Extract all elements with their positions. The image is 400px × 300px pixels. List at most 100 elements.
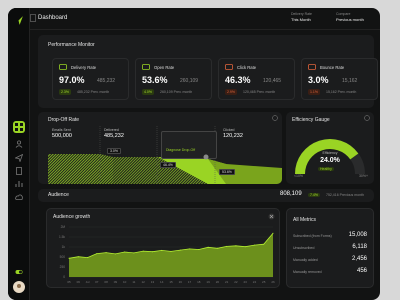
growth-point bbox=[170, 250, 172, 252]
metric-icon bbox=[308, 64, 316, 70]
growth-point bbox=[244, 246, 246, 248]
kpi-change: 1.1% bbox=[308, 89, 320, 95]
growth-point bbox=[152, 251, 153, 253]
efficiency-gauge-card: Efficiency Gauge Efficiency 24.0% Health… bbox=[286, 112, 374, 184]
kpi-change: 2.3% bbox=[59, 89, 71, 95]
audience-title: Audience bbox=[48, 192, 69, 198]
drop-badge: 46.4% bbox=[160, 162, 176, 168]
growth-point bbox=[179, 249, 181, 251]
y-tick-label: 250 bbox=[60, 265, 66, 269]
x-tick-label: 07 bbox=[95, 280, 99, 284]
growth-point bbox=[272, 232, 274, 234]
growth-area bbox=[69, 233, 273, 277]
x-tick-label: 08 bbox=[104, 280, 108, 284]
kpi-card[interactable]: Click Rate 46.3% 120,465 2.9% 120,465 Prev. … bbox=[218, 58, 295, 100]
drop-badge: 53.6% bbox=[219, 169, 235, 175]
stage-label: Clicked bbox=[223, 128, 235, 132]
x-tick-label: 15 bbox=[169, 280, 173, 284]
kpi-label: Bounce Rate bbox=[320, 65, 345, 70]
audience-total: 808,109 bbox=[280, 191, 302, 197]
info-icon[interactable] bbox=[364, 115, 370, 121]
metric-row: Subscribed (from Forms) 15,008 bbox=[293, 232, 367, 242]
growth-point bbox=[161, 249, 163, 251]
dropoff-card: Drop-Off Rate Emails Sent 500,000 Delivere… bbox=[38, 112, 282, 184]
kpi-note: 120,465 Prev. month bbox=[243, 90, 276, 94]
growth-point bbox=[124, 251, 126, 253]
compare-label: Compare bbox=[336, 12, 351, 16]
sidebar-item-campaigns[interactable] bbox=[13, 152, 25, 164]
collapse-icon[interactable] bbox=[30, 14, 36, 22]
stage-label: Emails Sent bbox=[52, 128, 71, 132]
y-tick-label: 500 bbox=[60, 255, 66, 259]
metric-row: Unsubscribed 6,118 bbox=[293, 244, 367, 254]
gauge-status: Healthy bbox=[318, 167, 334, 171]
y-tick-label: 2M bbox=[61, 225, 66, 229]
diagnose-link[interactable]: Diagnose Drop-Off bbox=[166, 148, 195, 152]
growth-point bbox=[87, 257, 88, 259]
theme-toggle[interactable] bbox=[13, 266, 25, 278]
gauge-value: 24.0% bbox=[320, 157, 340, 164]
x-tick-label: 21 bbox=[225, 280, 229, 284]
sidebar-item-dashboard[interactable] bbox=[13, 121, 25, 133]
stage-label: Delivered bbox=[104, 128, 119, 132]
growth-point bbox=[77, 256, 79, 258]
x-tick-label: 26 bbox=[271, 280, 275, 284]
compare-select[interactable]: Compare Previous month bbox=[336, 12, 364, 26]
kpi-note: 260,109 Prev. month bbox=[160, 90, 193, 94]
x-tick-label: 09 bbox=[114, 280, 118, 284]
sidebar-item-audience[interactable] bbox=[13, 138, 25, 150]
growth-point bbox=[96, 253, 98, 255]
kpi-prev: 15,162 bbox=[342, 78, 358, 84]
metric-label: Subscribed (from Forms) bbox=[293, 234, 332, 238]
x-tick-label: Jul bbox=[86, 280, 90, 284]
y-tick-label: 0 bbox=[63, 275, 65, 279]
stage-value: 500,000 bbox=[52, 133, 72, 139]
kpi-card[interactable]: Bounce Rate 3.0% 15,162 1.1% 15,162 Prev. mo… bbox=[301, 58, 378, 100]
kpi-change: 2.9% bbox=[225, 89, 237, 95]
x-tick-label: 14 bbox=[160, 280, 164, 284]
sidebar-item-files[interactable] bbox=[13, 165, 25, 177]
funnel-stage[interactable]: Emails Sent 500,000 bbox=[52, 128, 72, 139]
x-tick-label: 12 bbox=[142, 280, 146, 284]
growth-point bbox=[133, 252, 135, 254]
funnel-stage[interactable]: Delivered 485,232 bbox=[104, 128, 124, 139]
send-icon bbox=[15, 154, 23, 162]
audience-prev: 752,416 Previous month bbox=[326, 193, 364, 197]
period-select[interactable]: Delivery Rate This Month bbox=[291, 12, 312, 26]
kpi-note: 485,232 Prev. month bbox=[77, 90, 110, 94]
cursor-icon bbox=[203, 154, 209, 160]
kpi-card[interactable]: Delivery Rate 97.0% 485,232 2.3% 485,232 Pre… bbox=[52, 58, 129, 100]
x-tick-label: 23 bbox=[244, 280, 248, 284]
avatar-icon[interactable] bbox=[13, 281, 25, 293]
sidebar-item-integrations[interactable] bbox=[13, 191, 25, 203]
funnel-stage[interactable]: Clicked 120,232 bbox=[223, 128, 243, 139]
kpi-label: Click Rate bbox=[237, 65, 257, 70]
x-tick-label: 17 bbox=[188, 280, 192, 284]
growth-point bbox=[235, 245, 237, 247]
x-tick-label: 16 bbox=[179, 280, 183, 284]
kpi-value: 53.6% bbox=[142, 75, 168, 85]
stage-value: 120,232 bbox=[223, 133, 243, 139]
kpi-card[interactable]: Open Rate 53.6% 260,109 4.0% 260,109 Prev. m… bbox=[135, 58, 212, 100]
x-tick-label: 06 bbox=[77, 280, 81, 284]
growth-point bbox=[198, 249, 200, 250]
growth-point bbox=[142, 250, 144, 252]
metric-value: 6,118 bbox=[352, 244, 367, 250]
growth-point bbox=[226, 245, 228, 247]
x-tick-label: 10 bbox=[123, 280, 127, 284]
sidebar-item-analytics[interactable] bbox=[13, 178, 25, 190]
top-bar: Dashboard Delivery Rate This Month Compa… bbox=[30, 8, 380, 30]
funnel-hatched-segment bbox=[48, 154, 113, 184]
metric-value: 15,008 bbox=[348, 232, 367, 238]
y-tick-label: 1k bbox=[62, 245, 66, 249]
users-icon bbox=[15, 140, 23, 148]
growth-point bbox=[254, 244, 255, 246]
x-tick-label: 11 bbox=[132, 280, 135, 284]
page-title: Dashboard bbox=[38, 15, 68, 21]
performance-title: Performance Monitor bbox=[48, 42, 95, 48]
growth-point bbox=[68, 257, 70, 259]
audience-growth-card: Audience growth 2M 1.5k 1k 500 250 0 05 06 Jul 07… bbox=[46, 208, 280, 288]
kpi-label: Delivery Rate bbox=[71, 65, 97, 70]
opened-highlight[interactable]: Diagnose Drop-Off bbox=[161, 131, 217, 160]
kpi-value: 46.3% bbox=[225, 75, 251, 85]
